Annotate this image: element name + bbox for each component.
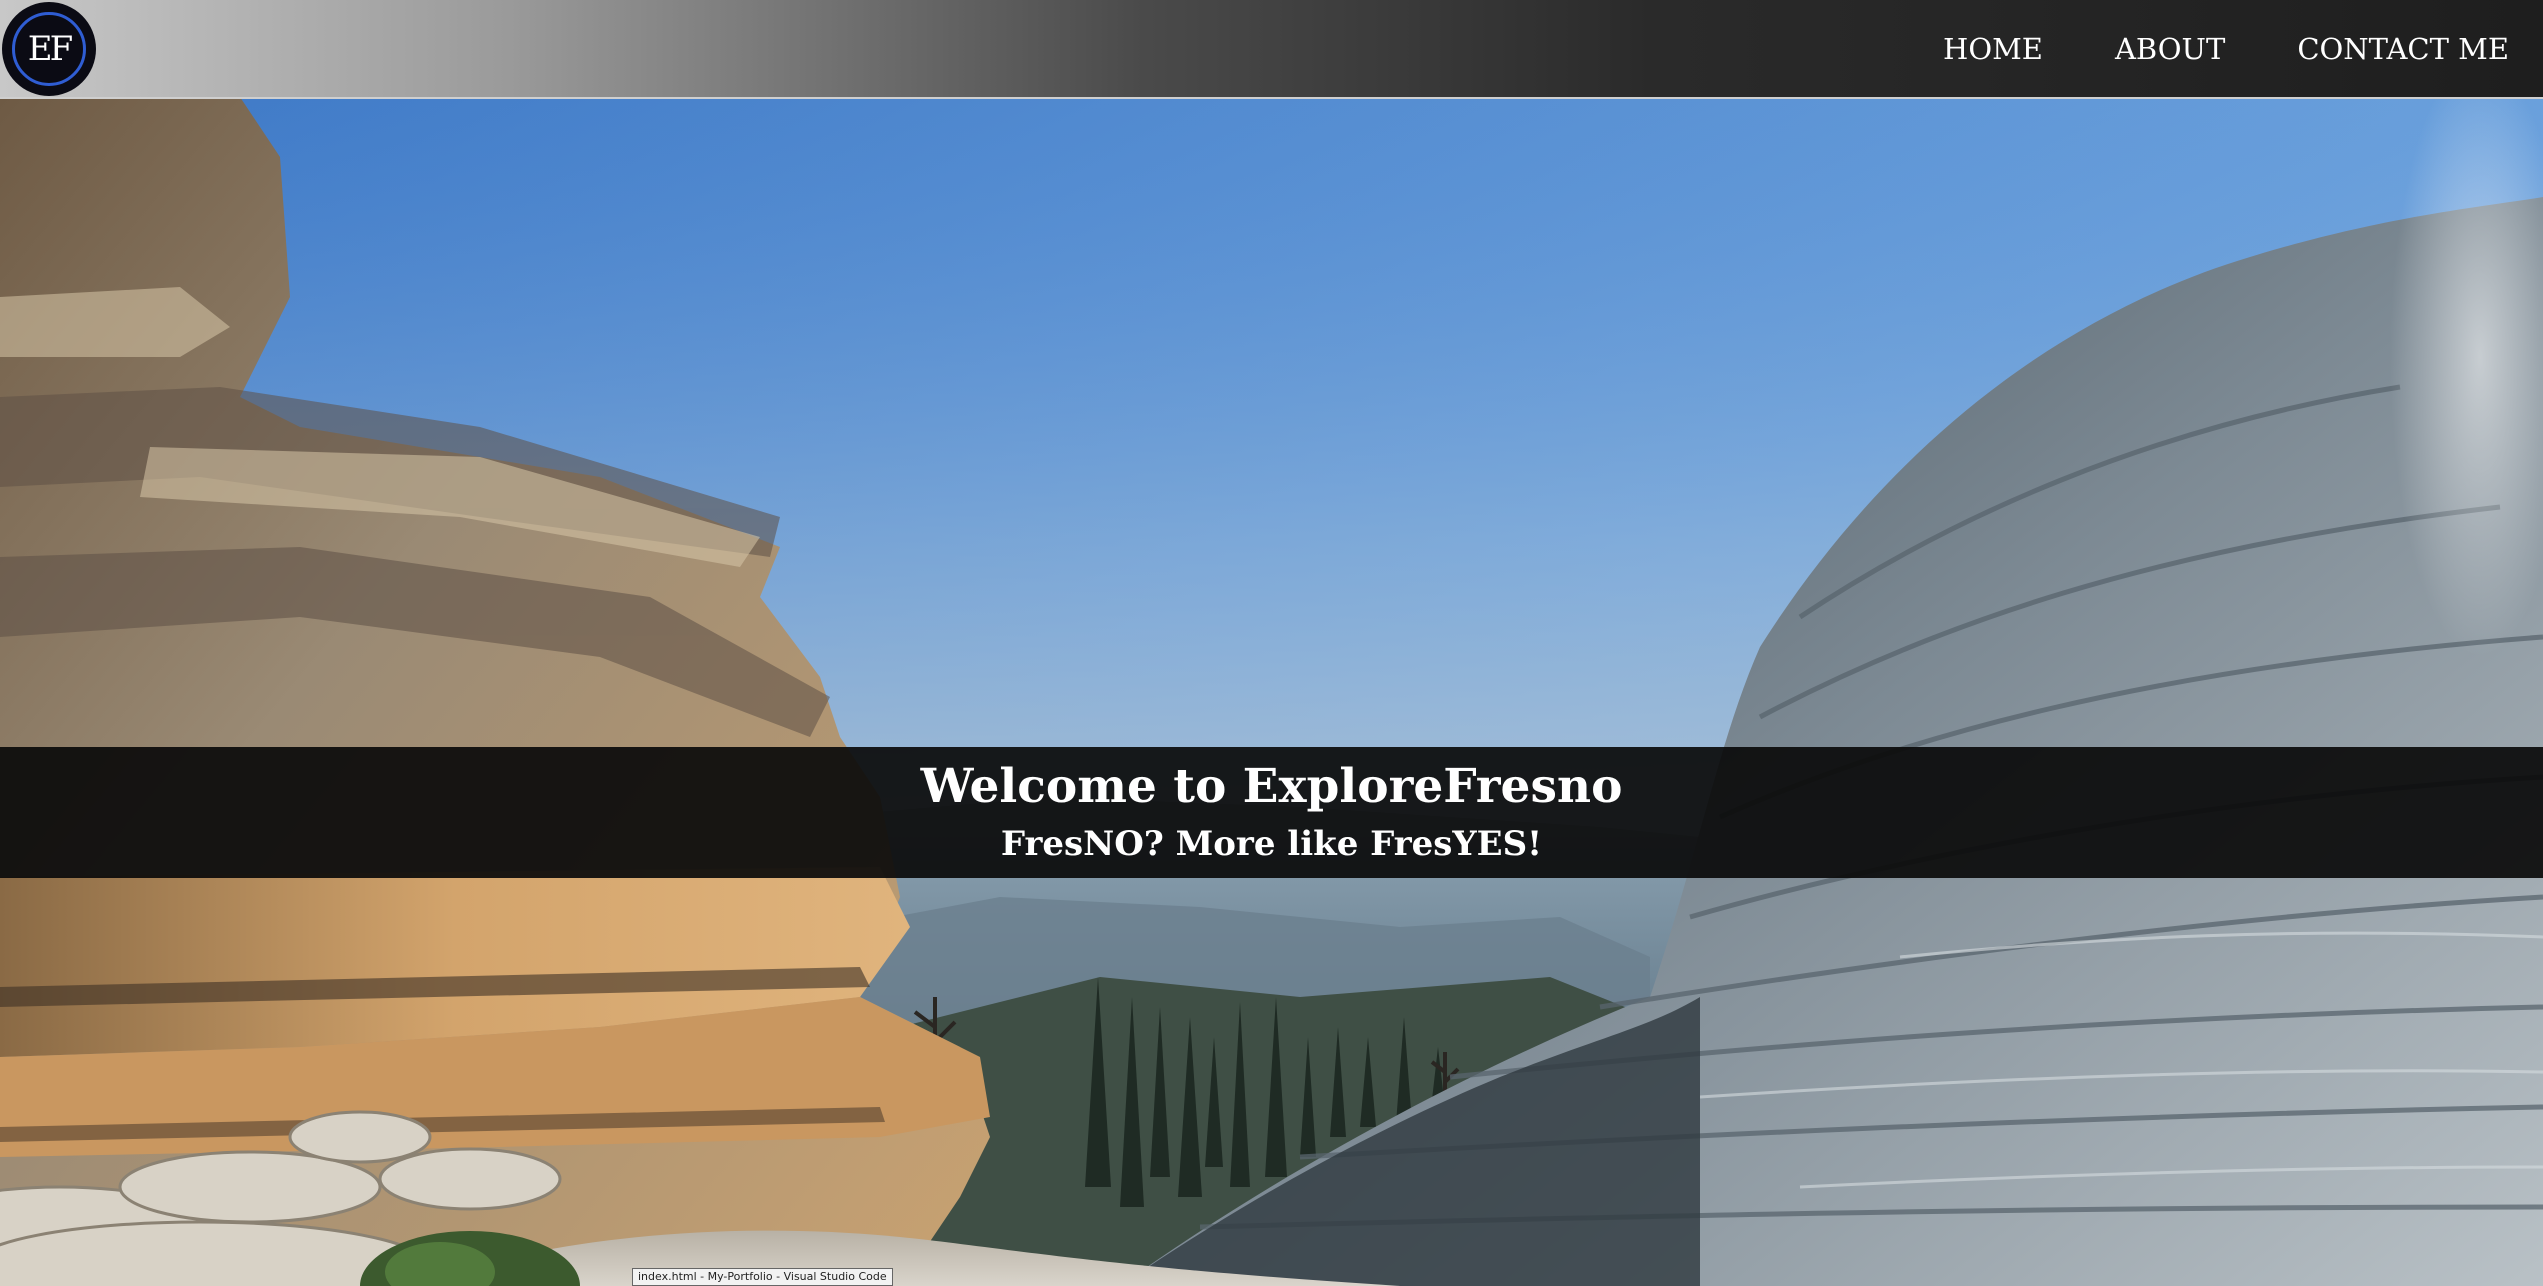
page: EF HOME ABOUT CONTACT ME Welcome to Expl… [0,0,2543,1286]
nav-link-about[interactable]: ABOUT [2115,32,2225,66]
site-logo[interactable]: EF [2,2,96,96]
welcome-banner: Welcome to ExploreFresno FresNO? More li… [0,747,2543,878]
taskbar-tooltip: index.html - My-Portfolio - Visual Studi… [632,1268,893,1286]
hero-background-image: Welcome to ExploreFresno FresNO? More li… [0,97,2543,1286]
nav-link-contact[interactable]: CONTACT ME [2297,32,2509,66]
hero-subtitle: FresNO? More like FresYES! [1000,824,1543,864]
nav-link-home[interactable]: HOME [1943,32,2043,66]
nav-links: HOME ABOUT CONTACT ME [1943,0,2509,97]
logo-text: EF [27,29,73,69]
hero-title: Welcome to ExploreFresno [920,759,1623,814]
top-navbar: EF HOME ABOUT CONTACT ME [0,0,2543,99]
hero-landscape-illustration [0,97,2543,1286]
